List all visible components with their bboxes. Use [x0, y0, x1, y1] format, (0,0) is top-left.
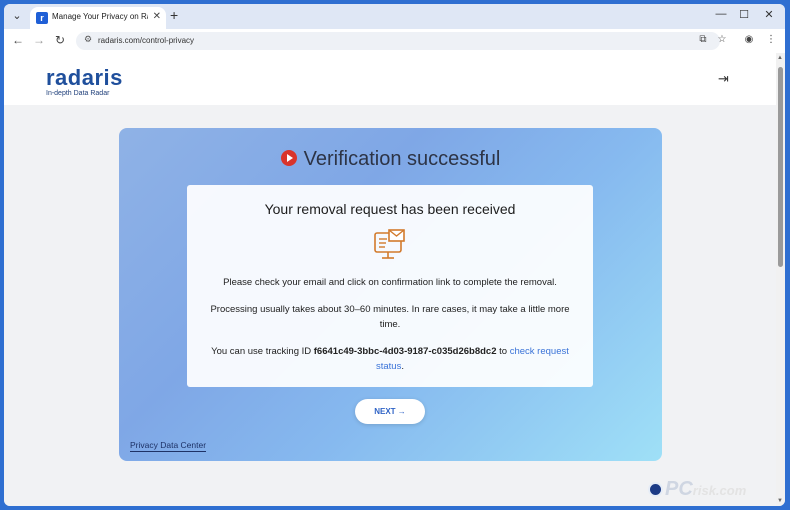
next-button[interactable]: NEXT → [355, 399, 425, 424]
profile-icon[interactable]: ◉ [742, 34, 756, 45]
browser-window: ⌄ r Manage Your Privacy on Radaris ✕ + —… [4, 4, 785, 506]
tracking-id-text: You can use tracking ID f6641c49-3bbc-4d… [207, 344, 573, 374]
minimize-icon[interactable]: — [714, 8, 728, 20]
tracking-suffix: . [401, 361, 404, 372]
magnifier-icon [648, 482, 663, 497]
forward-icon[interactable]: → [32, 33, 46, 47]
address-bar[interactable]: ⚙ radaris.com/control-privacy [76, 32, 720, 50]
verification-heading: Verification successful [119, 148, 662, 171]
privacy-data-center-link[interactable]: Privacy Data Center [130, 440, 207, 452]
site-header: radaris In-depth Data Radar ⇥ [4, 53, 776, 105]
menu-kebab-icon[interactable]: ⋮ [764, 34, 778, 45]
sign-in-icon[interactable]: ⇥ [718, 71, 729, 87]
confirmation-panel: Your removal request has been received P… [187, 185, 593, 387]
play-icon [280, 150, 297, 166]
close-window-icon[interactable]: ✕ [762, 8, 776, 21]
email-instruction-text: Please check your email and click on con… [223, 277, 557, 288]
tracking-id: f6641c49-3bbc-4d03-9187-c035d26b8dc2 [313, 346, 497, 357]
site-info-icon[interactable]: ⚙ [84, 34, 92, 45]
close-tab-icon[interactable]: ✕ [153, 11, 161, 22]
scrollbar[interactable]: ▲ ▼ [776, 53, 785, 506]
new-tab-icon[interactable]: + [170, 7, 178, 23]
email-monitor-icon [374, 229, 405, 259]
scroll-down-icon[interactable]: ▼ [777, 498, 783, 504]
scroll-up-icon[interactable]: ▲ [777, 55, 783, 61]
radaris-logo[interactable]: radaris [46, 65, 123, 91]
tracking-mid: to [499, 346, 508, 357]
watermark-brand: PC [665, 478, 693, 500]
logo-tagline: In-depth Data Radar [46, 90, 110, 97]
maximize-icon[interactable]: ☐ [737, 8, 751, 21]
tab-title: Manage Your Privacy on Radaris [52, 12, 148, 21]
watermark-suffix: risk.com [692, 483, 747, 498]
url-text: radaris.com/control-privacy [98, 36, 195, 45]
browser-tab[interactable]: r Manage Your Privacy on Radaris ✕ [30, 7, 166, 29]
back-icon[interactable]: ← [11, 33, 25, 47]
page-viewport: radaris In-depth Data Radar ⇥ Verificati… [4, 53, 776, 506]
pcrisk-watermark: PCrisk.com [648, 478, 746, 501]
tab-strip: ⌄ r Manage Your Privacy on Radaris ✕ + —… [4, 4, 785, 29]
browser-toolbar: ← → ↻ ⚙ radaris.com/control-privacy ⧉ ☆ … [4, 29, 785, 53]
verification-heading-text: Verification successful [303, 148, 501, 170]
reload-icon[interactable]: ↻ [53, 33, 67, 47]
tab-search-icon[interactable]: ⌄ [9, 8, 25, 24]
bookmark-star-icon[interactable]: ☆ [715, 34, 729, 45]
verification-card: Verification successful Your removal req… [119, 128, 662, 461]
favicon-icon: r [36, 12, 48, 24]
processing-time-text: Processing usually takes about 30–60 min… [210, 304, 570, 330]
tracking-prefix: You can use tracking ID [211, 346, 312, 357]
install-app-icon[interactable]: ⧉ [696, 34, 710, 45]
scroll-thumb[interactable] [778, 67, 783, 267]
confirmation-title: Your removal request has been received [264, 201, 516, 217]
